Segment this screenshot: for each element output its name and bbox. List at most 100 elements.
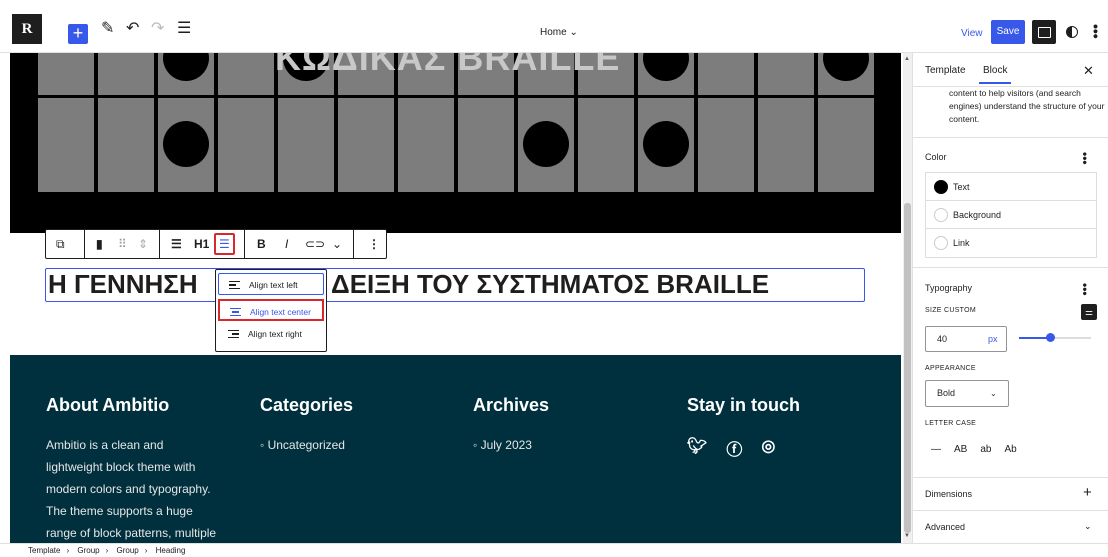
slider-handle[interactable] [1046,333,1055,342]
styles-icon[interactable] [1066,26,1078,38]
appearance-select[interactable]: Bold ⌄ [925,380,1009,407]
about-line: The theme supports a huge [46,504,193,518]
letter-case-upper[interactable]: AB [954,444,967,455]
braille-dot [523,121,569,167]
braille-cell [578,98,634,192]
instagram-icon[interactable]: ◎ [761,436,775,460]
block-options-icon[interactable]: ⋮ [368,237,380,251]
close-icon[interactable]: ✕ [1083,63,1094,79]
letter-case-label: LETTER CASE [925,420,977,427]
align-right-option[interactable]: Align text right [218,323,324,345]
save-button[interactable]: Save [991,20,1025,44]
document-overview-icon[interactable]: ☰ [177,21,191,37]
template-title-dropdown[interactable]: Home ⌄ [540,27,578,38]
redo-icon[interactable]: ↷ [151,21,164,37]
pen-tool-icon[interactable]: ✎ [101,21,114,37]
font-size-input[interactable]: 40 px [925,326,1007,352]
view-button[interactable]: View [961,28,983,39]
breadcrumb-item[interactable]: Heading [156,546,186,555]
dimensions-panel[interactable]: Dimensions + [913,477,1108,510]
canvas-scrollbar[interactable]: ▲ ▼ [903,53,912,543]
braille-dot [643,121,689,167]
heading-text-start: Η ΓΕΝΝΗΣΗ [48,269,198,299]
heading-level-button[interactable]: H1 [194,237,209,251]
custom-size-toggle-icon[interactable]: ⚌ [1081,304,1097,320]
typography-options-icon[interactable]: ••• [1078,283,1092,296]
color-item-label: Link [953,238,970,248]
swatch-icon [934,180,948,194]
braille-cell [98,53,154,95]
appearance-value: Bold [937,388,956,398]
braille-cell [38,53,94,95]
about-line: Ambitio is a clean and [46,438,164,452]
dimensions-title: Dimensions [925,489,973,499]
footer-categories-title: Categories [260,395,354,415]
breadcrumb-item[interactable]: Group [117,546,139,555]
align-right-icon [228,330,239,338]
color-item-text[interactable]: Text [926,173,1096,201]
more-rich-text-chevron-icon[interactable]: ⌄ [332,237,342,251]
link-icon[interactable]: ⊂⊃ [305,237,325,251]
about-line: lightweight block theme with [46,460,196,474]
category-link[interactable]: Uncategorized [268,438,345,452]
braille-cell [98,98,154,192]
color-item-background[interactable]: Background [926,201,1096,229]
breadcrumb-item[interactable]: Group [77,546,99,555]
color-options-icon[interactable]: ••• [1078,152,1092,165]
font-size-slider[interactable] [1019,333,1091,342]
align-block-icon[interactable]: ☰ [171,237,182,251]
template-title: Home [540,27,567,38]
archive-link[interactable]: July 2023 [481,438,532,452]
braille-cell [218,53,274,95]
category-item[interactable]: ◦ Uncategorized [260,434,353,456]
bold-button[interactable]: B [257,237,266,251]
facebook-icon[interactable]: ⓕ [726,436,742,460]
braille-cell [698,53,754,95]
letter-case-lower[interactable]: ab [980,444,991,455]
scroll-down-arrow[interactable]: ▼ [904,533,910,539]
scrollbar-thumb[interactable] [904,203,911,533]
archive-item[interactable]: ◦ July 2023 [473,434,549,456]
editor-canvas[interactable]: ΚΩΔΙΚΑΣ BRAILLE ⧉ ▮ ⠿ ⇕ ☰ H1 ☰ B I ⊂⊃ ⌄ … [0,53,903,543]
transform-block-icon[interactable]: ⧉ [56,237,65,252]
align-left-option[interactable]: Align text left [218,273,324,295]
add-block-button[interactable]: + [68,24,88,44]
tab-template[interactable]: Template [925,65,966,76]
appearance-label: APPEARANCE [925,365,976,372]
heading-text-end: ΔΕΙΞΗ ΤΟΥ ΣΥΣΤΗΜΑΤΟΣ BRAILLE [331,269,770,299]
plus-icon[interactable]: + [1083,484,1092,501]
breadcrumb-item[interactable]: Template [28,546,60,555]
color-item-label: Background [953,210,1002,220]
hero-cover-block[interactable]: ΚΩΔΙΚΑΣ BRAILLE [10,53,901,233]
braille-cell [818,98,874,192]
tab-block[interactable]: Block [979,65,1012,84]
drag-handle-icon[interactable]: ⠿ [118,237,127,251]
braille-dot [163,121,209,167]
undo-icon[interactable]: ↶ [126,21,139,37]
sidebar-tabs: Template Block ✕ [913,53,1108,87]
site-logo[interactable]: R [12,14,42,44]
footer-about-text: Ambitio is a clean and lightweight block… [46,434,236,543]
options-icon[interactable]: ••• [1088,24,1104,39]
color-panel-title: Color [925,152,947,162]
footer-social: Stay in touch 🐦︎ ⓕ ◎ [687,395,800,460]
move-up-down-icon[interactable]: ⇕ [138,237,148,251]
twitter-icon[interactable]: 🐦︎ [687,436,707,460]
color-item-link[interactable]: Link [926,229,1096,257]
letter-case-none[interactable]: — [931,444,941,455]
advanced-panel[interactable]: Advanced ⌄ [913,510,1108,543]
about-line: modern colors and typography. [46,482,211,496]
letter-case-capitalize[interactable]: Ab [1004,444,1016,455]
settings-panel-toggle[interactable] [1032,20,1056,44]
bookmark-icon[interactable]: ▮ [96,237,103,251]
heading-block[interactable]: Η ΓΕΝΝΗΣΗ ΔΕΙΞΗ ΤΟΥ ΣΥΣΤΗΜΑΤΟΣ BRAILLE [45,268,865,302]
align-center-option[interactable]: Align text center [218,299,324,321]
footer-archives-title: Archives [473,395,550,415]
block-toolbar: ⧉ ▮ ⠿ ⇕ ☰ H1 ☰ B I ⊂⊃ ⌄ ⋮ [45,229,387,259]
scroll-up-arrow[interactable]: ▲ [904,56,910,62]
italic-button[interactable]: I [285,237,288,251]
editor-top-bar: R + ✎ ↶ ↷ ☰ Home ⌄ View Save ••• [0,0,1108,53]
chevron-down-icon[interactable]: ⌄ [1084,521,1092,532]
font-size-unit[interactable]: px [988,327,998,351]
site-footer[interactable]: About Ambitio Ambitio is a clean and lig… [10,355,901,543]
